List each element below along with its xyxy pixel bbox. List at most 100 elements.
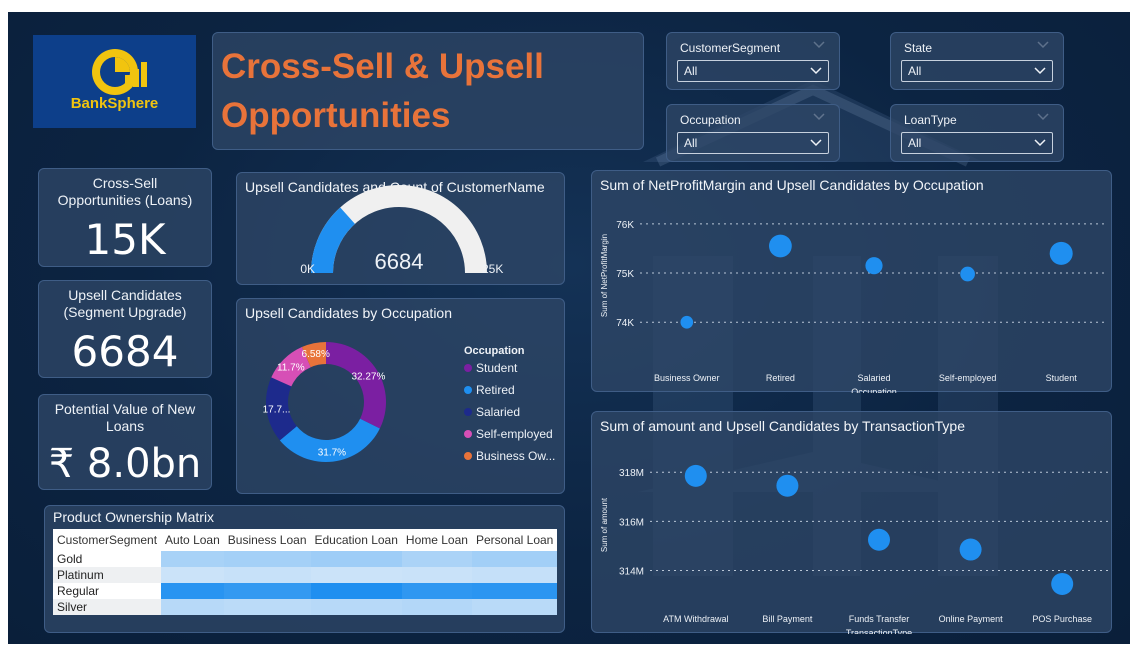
table-row[interactable]: Gold: [53, 551, 558, 567]
legend-label: Retired: [476, 383, 515, 397]
slicer-customer-segment[interactable]: CustomerSegment All: [666, 32, 840, 90]
matrix-cell: [401, 567, 472, 583]
donut-data-label: 17.7...: [263, 405, 291, 416]
matrix-column-header[interactable]: Education Loan: [310, 529, 402, 551]
scatter-point[interactable]: [1051, 572, 1074, 595]
chevron-down-icon: [1037, 113, 1049, 121]
chevron-down-icon: [1034, 139, 1046, 147]
scatter-point[interactable]: [960, 266, 975, 282]
matrix-cell: [401, 599, 472, 615]
slicer-occupation[interactable]: Occupation All: [666, 104, 840, 162]
y-tick-label: 76K: [616, 220, 634, 231]
matrix-cell: [161, 551, 224, 567]
matrix-card[interactable]: Product Ownership Matrix CustomerSegment…: [44, 505, 565, 633]
matrix-row-label: Regular: [53, 583, 162, 599]
legend-swatch: [464, 408, 472, 416]
chevron-down-icon: [813, 113, 825, 121]
matrix-cell: [223, 599, 311, 615]
scatter-point[interactable]: [868, 528, 890, 551]
scatter-point[interactable]: [1049, 241, 1073, 265]
slicer-dropdown[interactable]: All: [677, 132, 829, 154]
matrix-cell: [223, 583, 311, 599]
x-tick-label: Bill Payment: [762, 614, 813, 624]
scatter-card-amount[interactable]: Sum of amount and Upsell Candidates by T…: [591, 411, 1112, 634]
legend-item-business-owner[interactable]: Business Ow...: [464, 449, 555, 463]
dashboard: BankSphere Cross-Sell & Upsell Opportuni…: [8, 12, 1130, 644]
legend-item-student[interactable]: Student: [464, 361, 517, 375]
legend-swatch: [464, 364, 472, 372]
donut-data-label: 6.58%: [302, 349, 330, 360]
kpi-label-line1: Cross-Sell: [92, 175, 158, 191]
gauge-chart: 6684 0K 25K: [300, 185, 503, 276]
slicer-dropdown[interactable]: All: [677, 60, 829, 82]
x-tick-label: Student: [1046, 373, 1078, 383]
chevron-down-icon: [1037, 41, 1049, 49]
legend-item-self-employed[interactable]: Self-employed: [464, 427, 553, 441]
table-row[interactable]: Platinum: [53, 567, 558, 583]
x-tick-label: Funds Transfer: [849, 614, 910, 624]
legend-label: Business Ow...: [476, 449, 556, 463]
scatter-point[interactable]: [776, 474, 799, 497]
matrix-column-header[interactable]: Home Loan: [401, 529, 472, 551]
donut-card[interactable]: Upsell Candidates by Occupation 32.27% 31…: [236, 298, 565, 494]
slicer-state[interactable]: State All: [890, 32, 1064, 90]
scatter-point[interactable]: [684, 464, 707, 487]
kpi-value: 15K: [84, 215, 166, 264]
matrix-row-label: Platinum: [53, 567, 162, 583]
slicer-dropdown[interactable]: All: [901, 60, 1053, 82]
scatter-chart-amount: 314M 316M 318M ATM Withdrawal Bill Payment Fu…: [600, 464, 1108, 634]
y-tick-label: 316M: [619, 517, 644, 528]
scatter-point[interactable]: [769, 234, 792, 258]
matrix-cell: [310, 567, 402, 583]
kpi-label-line1: Potential Value of New: [54, 401, 196, 417]
logo-emblem-icon: [92, 49, 147, 95]
gauge-max-label: 25K: [482, 262, 503, 276]
chevron-down-icon: [810, 139, 822, 147]
matrix-cell: [223, 567, 311, 583]
kpi-card-upsell: Upsell Candidates (Segment Upgrade) 6684: [38, 280, 212, 378]
matrix-column-header[interactable]: Business Loan: [223, 529, 311, 551]
gauge-card[interactable]: Upsell Candidates and Count of CustomerN…: [236, 172, 565, 285]
chevron-down-icon: [1034, 67, 1046, 75]
product-ownership-matrix: CustomerSegment Auto Loan Business Loan Edu…: [53, 529, 558, 615]
x-tick-label: Business Owner: [654, 373, 720, 383]
matrix-column-header[interactable]: Personal Loan: [471, 529, 558, 551]
scatter-point[interactable]: [865, 257, 883, 275]
x-tick-label: ATM Withdrawal: [663, 614, 728, 624]
matrix-column-header[interactable]: Auto Loan: [161, 529, 224, 551]
scatter-point[interactable]: [959, 538, 982, 561]
legend-item-retired[interactable]: Retired: [464, 383, 515, 397]
x-tick-label: Self-employed: [939, 373, 997, 383]
table-row[interactable]: Silver: [53, 599, 558, 615]
donut-slice-student[interactable]: [326, 342, 386, 429]
matrix-cell: [223, 551, 311, 567]
gauge-value-label: 6684: [375, 249, 424, 274]
y-tick-label: 74K: [616, 318, 634, 329]
kpi-card-potential-value: Potential Value of New Loans ₹ 8.0bn: [38, 394, 212, 490]
scatter-point[interactable]: [680, 315, 694, 329]
chart-title: Product Ownership Matrix: [53, 509, 215, 525]
chevron-down-icon: [813, 41, 825, 49]
matrix-row-label: Silver: [53, 599, 162, 615]
slicer-label: CustomerSegment: [680, 41, 781, 55]
kpi-label: Potential Value of New Loans: [39, 401, 211, 435]
x-tick-label: Salaried: [857, 373, 890, 383]
matrix-cell: [401, 583, 472, 599]
slicer-dropdown[interactable]: All: [901, 132, 1053, 154]
matrix-row-header[interactable]: CustomerSegment: [53, 529, 162, 551]
slicer-value: All: [908, 136, 922, 150]
matrix-cell: [161, 599, 224, 615]
slicer-loan-type[interactable]: LoanType All: [890, 104, 1064, 162]
kpi-value: ₹ 8.0bn: [48, 441, 202, 487]
x-tick-label: POS Purchase: [1032, 614, 1092, 624]
matrix-cell: [310, 551, 402, 567]
slicer-value: All: [684, 136, 698, 150]
legend-item-salaried[interactable]: Salaried: [464, 405, 520, 419]
legend-label: Student: [476, 361, 518, 375]
matrix-table-wrap: CustomerSegment Auto Loan Business Loan Edu…: [53, 529, 558, 615]
donut-data-label: 32.27%: [351, 372, 385, 383]
matrix-row-label: Gold: [53, 551, 162, 567]
table-row[interactable]: Regular: [53, 583, 558, 599]
scatter-card-netprofit[interactable]: Sum of NetProfitMargin and Upsell Candid…: [591, 170, 1112, 393]
matrix-cell: [310, 583, 402, 599]
